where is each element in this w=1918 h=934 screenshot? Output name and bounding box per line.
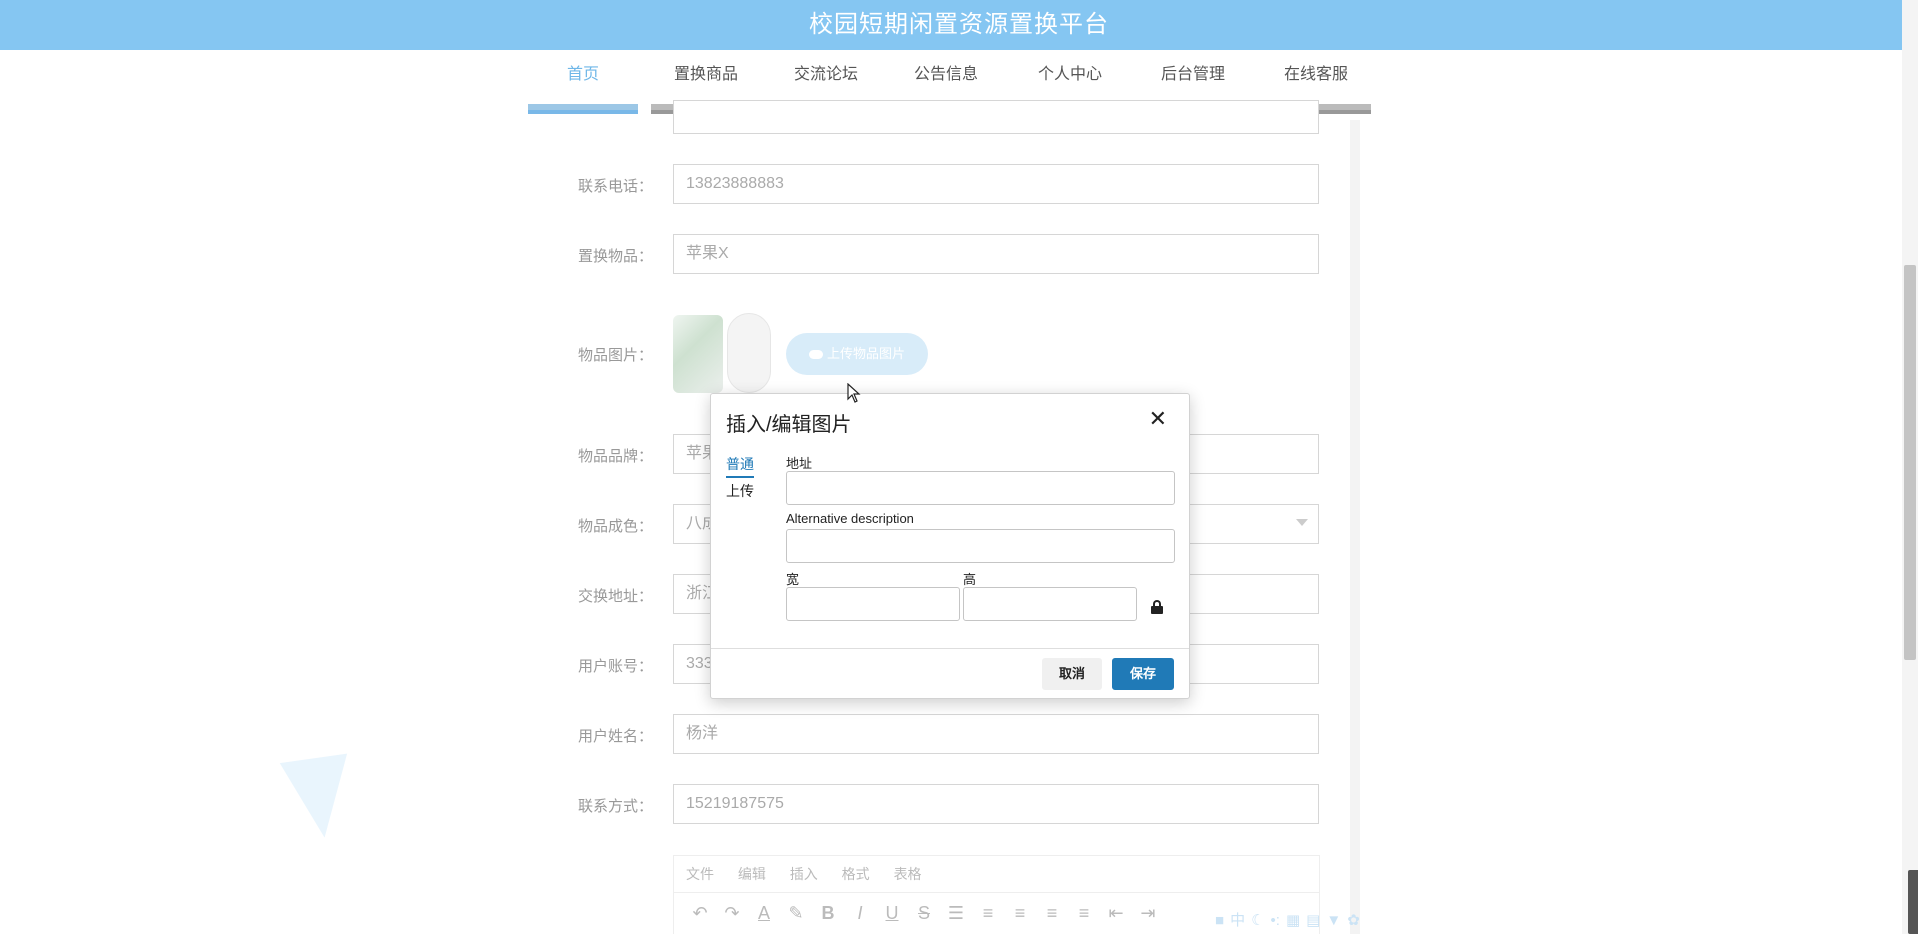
ime-grid-icon[interactable]: ▤ (1306, 912, 1320, 929)
page-scrollbar[interactable] (1902, 0, 1918, 934)
height-input[interactable] (963, 587, 1137, 621)
content-shadow (1350, 120, 1360, 934)
item-image-thumbnail[interactable] (727, 313, 771, 393)
bold-icon[interactable]: B (812, 893, 844, 933)
height-label: 高 (963, 572, 977, 587)
outdent-icon[interactable]: ⇤ (1100, 893, 1132, 933)
condition-label: 物品成色： (577, 518, 653, 535)
width-input[interactable] (786, 587, 960, 621)
cloud-upload-icon (808, 350, 823, 360)
ime-keyboard-icon[interactable]: ▦ (1286, 912, 1300, 929)
ime-gear-icon[interactable]: ✿ (1347, 912, 1360, 929)
nav-item-label: 个人中心 (1037, 66, 1102, 83)
align-left-icon[interactable]: ≡ (972, 893, 1004, 933)
lock-icon[interactable] (1151, 600, 1163, 614)
item-image-thumbnail[interactable] (673, 315, 723, 393)
username-label: 用户姓名： (577, 728, 653, 745)
nav-item-label: 公告信息 (913, 66, 978, 83)
undo-icon[interactable]: ↶ (684, 893, 716, 933)
ime-shirt-icon[interactable]: ▼ (1326, 912, 1341, 929)
scrollbar-thumb[interactable] (1904, 265, 1916, 660)
url-input[interactable] (786, 471, 1175, 505)
nav-item-bar (528, 104, 638, 114)
redo-icon[interactable]: ↷ (716, 893, 748, 933)
highlight-icon[interactable]: ✎ (780, 893, 812, 933)
ime-dots-icon[interactable]: •: (1271, 912, 1280, 929)
tab-general[interactable]: 普通 (726, 454, 754, 478)
phone-label: 联系电话： (577, 178, 653, 195)
alt-input[interactable] (786, 529, 1175, 563)
strikethrough-icon[interactable]: S (908, 893, 940, 933)
contact-input[interactable]: 15219187575 (673, 784, 1319, 824)
editor-menubar: 文件 编辑 插入 格式 表格 (674, 856, 1319, 893)
item-input[interactable]: 苹果X (673, 234, 1319, 274)
url-label: 地址 (786, 456, 813, 471)
editor-menu-edit[interactable]: 编辑 (738, 866, 766, 882)
alt-label: Alternative description (786, 511, 914, 526)
contact-label: 联系方式： (577, 798, 653, 815)
indent-icon[interactable]: ⇥ (1132, 893, 1164, 933)
item-label: 置换物品： (577, 248, 653, 265)
align-right-icon[interactable]: ≡ (1036, 893, 1068, 933)
nav-item-label: 后台管理 (1160, 66, 1225, 83)
text-color-icon[interactable]: A (748, 893, 780, 933)
username-input[interactable]: 杨洋 (673, 714, 1319, 754)
site-header: 校园短期闲置资源置换平台 (0, 0, 1918, 50)
nav-item-label: 首页 (566, 66, 599, 83)
align-justify-icon[interactable]: ≡ (1068, 893, 1100, 933)
nav-item-label: 在线客服 (1283, 66, 1348, 83)
cancel-button[interactable]: 取消 (1042, 658, 1102, 690)
editor-menu-format[interactable]: 格式 (842, 866, 870, 882)
close-icon[interactable]: ✕ (1149, 408, 1167, 430)
tab-upload[interactable]: 上传 (726, 481, 754, 501)
editor-menu-insert[interactable]: 插入 (790, 866, 818, 882)
address-label: 交换地址： (577, 588, 653, 605)
align-center-icon[interactable]: ≡ (1004, 893, 1036, 933)
side-widget[interactable] (1908, 870, 1918, 934)
ime-logo-icon[interactable]: ■ (1215, 912, 1224, 929)
editor-menu-table[interactable]: 表格 (894, 866, 922, 882)
italic-icon[interactable]: I (844, 893, 876, 933)
underline-icon[interactable]: U (876, 893, 908, 933)
editor-menu-file[interactable]: 文件 (686, 866, 714, 882)
page: 校园短期闲置资源置换平台 首页 置换商品 交流论坛 公告信息 个人中心 后台管理… (0, 0, 1918, 934)
ime-chinese-icon[interactable]: 中 (1230, 912, 1245, 929)
image-label: 物品图片： (577, 347, 653, 364)
dialog-footer: 取消 保存 (711, 648, 1189, 699)
upload-image-label: 上传物品图片 (826, 346, 905, 361)
dialog-title: 插入/编辑图片 (726, 414, 852, 436)
ime-toolbar: ■ 中 ☾ •: ▦ ▤ ▼ ✿ (1215, 908, 1427, 934)
phone-input[interactable]: 13823888883 (673, 164, 1319, 204)
upload-image-button[interactable]: 上传物品图片 (786, 333, 928, 375)
form-field-partial[interactable] (673, 100, 1319, 134)
insert-image-dialog: 插入/编辑图片 ✕ 普通 上传 地址 Alternative descripti… (710, 393, 1190, 699)
nav-item-label: 交流论坛 (793, 66, 858, 83)
brand-label: 物品品牌： (577, 448, 653, 465)
nav-item-home[interactable]: 首页 (528, 50, 638, 114)
site-title: 校园短期闲置资源置换平台 (809, 11, 1109, 38)
nav-item-label: 置换商品 (673, 66, 738, 83)
list-icon[interactable]: ☰ (940, 893, 972, 933)
width-label: 宽 (786, 572, 800, 587)
mouse-cursor-icon (847, 383, 861, 403)
ime-moon-icon[interactable]: ☾ (1251, 912, 1264, 929)
save-button[interactable]: 保存 (1112, 658, 1174, 690)
chevron-down-icon (1296, 519, 1308, 526)
decorative-triangle (279, 753, 359, 843)
account-label: 用户账号： (577, 658, 653, 675)
